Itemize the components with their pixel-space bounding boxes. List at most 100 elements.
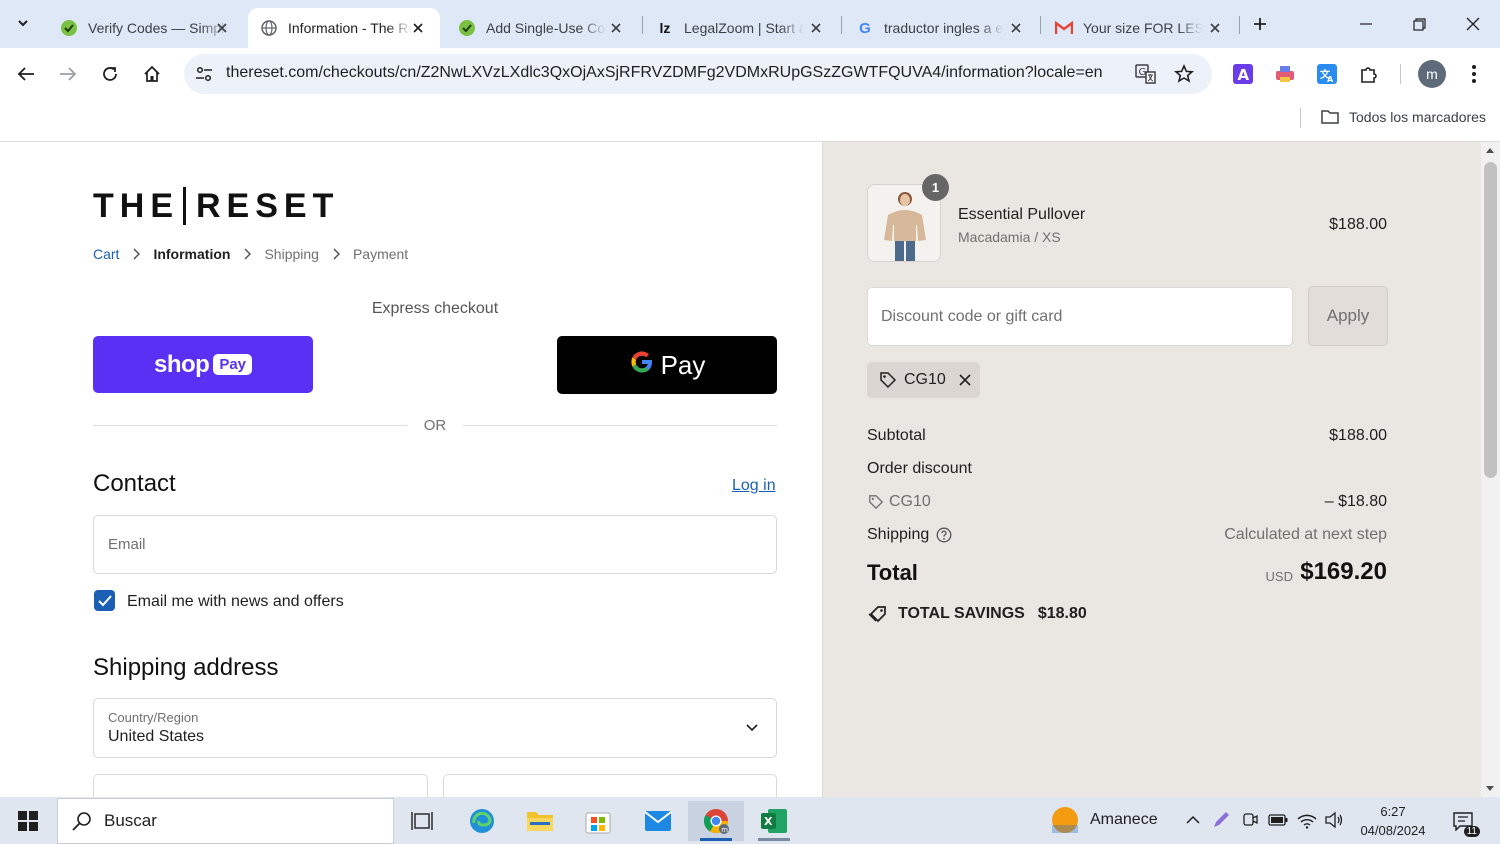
tab-traductor[interactable]: G traductor ingles a español [844, 8, 1038, 48]
google-icon: G [859, 19, 871, 37]
arrow-right-icon [60, 67, 77, 81]
taskbar-microsoft-store[interactable] [570, 801, 626, 841]
site-info-icon[interactable] [192, 62, 216, 86]
subtotal-value: $188.00 [1329, 427, 1387, 444]
back-button[interactable] [10, 58, 42, 90]
meet-now-icon[interactable] [1239, 809, 1261, 831]
close-tab-icon[interactable] [606, 18, 626, 38]
taskbar-search[interactable]: Buscar [57, 798, 394, 844]
show-hidden-icons[interactable] [1182, 809, 1204, 831]
first-name-field[interactable] [93, 774, 428, 797]
pen-icon[interactable] [1210, 809, 1232, 831]
profile-avatar[interactable]: m [1418, 60, 1446, 88]
sunrise-icon [1050, 805, 1080, 835]
restore-button[interactable] [1396, 4, 1442, 44]
taskbar-excel[interactable]: X [746, 801, 802, 841]
forward-button[interactable] [52, 58, 84, 90]
minimize-button[interactable] [1343, 4, 1389, 44]
taskbar-chrome[interactable]: m [688, 801, 744, 841]
close-tab-icon[interactable] [1006, 18, 1026, 38]
tab-gmail[interactable]: Your size FOR LESS [1043, 8, 1237, 48]
menu-kebab-icon[interactable] [1462, 62, 1486, 86]
scroll-thumb[interactable] [1484, 162, 1497, 478]
wifi-icon[interactable] [1296, 809, 1318, 831]
country-select[interactable]: Country/Region United States [93, 698, 777, 758]
help-circle-icon[interactable] [935, 526, 953, 544]
checkmark-icon [97, 594, 112, 606]
checkout-page: THE RESET Cart Information Shipping Paym… [0, 142, 1500, 797]
extension-a-icon[interactable]: A [1231, 62, 1255, 86]
tab-legalzoom[interactable]: lz LegalZoom | Start a Business [644, 8, 838, 48]
bookmarks-divider [1300, 108, 1301, 128]
breadcrumb-cart[interactable]: Cart [93, 246, 119, 262]
folder-icon [527, 812, 553, 831]
tab-separator [642, 16, 643, 34]
gmail-icon [1055, 19, 1073, 37]
extensions-puzzle-icon[interactable] [1357, 62, 1381, 86]
newsletter-checkbox[interactable] [94, 590, 115, 611]
close-tab-icon[interactable] [408, 18, 428, 38]
store-icon [585, 812, 611, 834]
svg-text:X: X [764, 815, 773, 828]
start-button[interactable] [8, 805, 48, 837]
close-tab-icon[interactable] [1205, 18, 1225, 38]
home-button[interactable] [136, 58, 168, 90]
shipping-value: Calculated at next step [1224, 526, 1387, 543]
restore-icon [1412, 17, 1426, 31]
newsletter-label[interactable]: Email me with news and offers [127, 593, 344, 611]
chevron-down-icon [18, 20, 28, 27]
taskbar-edge[interactable] [454, 801, 510, 841]
taskbar-file-explorer[interactable] [512, 801, 568, 841]
taskbar-mail[interactable] [630, 801, 686, 841]
remove-discount-icon[interactable] [955, 370, 975, 390]
discount-code-input[interactable]: Discount code or gift card [867, 287, 1293, 346]
weather-widget[interactable]: Amanece [1050, 805, 1158, 835]
shop-pay-button[interactable]: shop Pay [93, 336, 313, 393]
google-pay-button[interactable]: Pay [557, 336, 777, 394]
globe-icon [260, 19, 278, 37]
taskbar-clock[interactable]: 6:27 04/08/2024 [1350, 802, 1436, 840]
volume-icon[interactable] [1323, 809, 1345, 831]
tab-information[interactable]: Information - The Reset [248, 8, 440, 48]
svg-text:G: G [1139, 67, 1147, 78]
all-bookmarks-button[interactable]: Todos los marcadores [1320, 107, 1486, 127]
extension-translate-icon[interactable]: 文A [1315, 62, 1339, 86]
or-label: OR [423, 417, 447, 434]
battery-icon[interactable] [1267, 809, 1289, 831]
reload-button[interactable] [94, 58, 126, 90]
login-link[interactable]: Log in [732, 477, 776, 495]
tag-icon [878, 370, 898, 390]
address-bar[interactable]: thereset.com/checkouts/cn/Z2NwLXVzLXdlc3… [184, 54, 1212, 94]
active-app-indicator [700, 838, 732, 841]
applied-discount-tag: CG10 [867, 362, 980, 398]
scroll-down-arrow[interactable] [1486, 786, 1494, 791]
new-tab-button[interactable] [1246, 10, 1274, 38]
close-window-button[interactable] [1450, 4, 1496, 44]
notification-center-button[interactable]: 11 [1448, 807, 1480, 837]
url-text[interactable]: thereset.com/checkouts/cn/Z2NwLXVzLXdlc3… [226, 64, 1126, 82]
apply-discount-button[interactable]: Apply [1308, 286, 1388, 346]
tab-search-dropdown[interactable] [8, 8, 38, 38]
translate-icon[interactable]: G [1134, 62, 1158, 86]
tab-add-single-use-code[interactable]: Add Single-Use Code [446, 8, 638, 48]
quantity-badge: 1 [922, 174, 949, 201]
svg-text:A: A [1327, 75, 1334, 84]
the-reset-logo[interactable]: THE RESET [93, 186, 339, 226]
page-scrollbar[interactable] [1481, 142, 1500, 797]
chevron-right-icon [128, 246, 144, 262]
product-variant: Macadamia / XS [958, 229, 1061, 245]
bookmarks-bar: Todos los marcadores [0, 100, 1500, 142]
last-name-field[interactable] [443, 774, 777, 797]
tab-verify-codes[interactable]: Verify Codes — SimpleLogin [48, 8, 244, 48]
close-tab-icon[interactable] [212, 18, 232, 38]
extension-printer-icon[interactable] [1273, 62, 1297, 86]
task-view-button[interactable] [394, 801, 450, 841]
close-tab-icon[interactable] [806, 18, 826, 38]
windows-logo-icon [18, 811, 38, 831]
email-field[interactable]: Email [93, 515, 777, 574]
savings-tag-icon [867, 603, 889, 625]
scroll-up-arrow[interactable] [1486, 148, 1494, 153]
currency-code: USD [1265, 569, 1293, 584]
breadcrumb-shipping: Shipping [264, 246, 319, 262]
bookmark-star-icon[interactable] [1172, 62, 1196, 86]
